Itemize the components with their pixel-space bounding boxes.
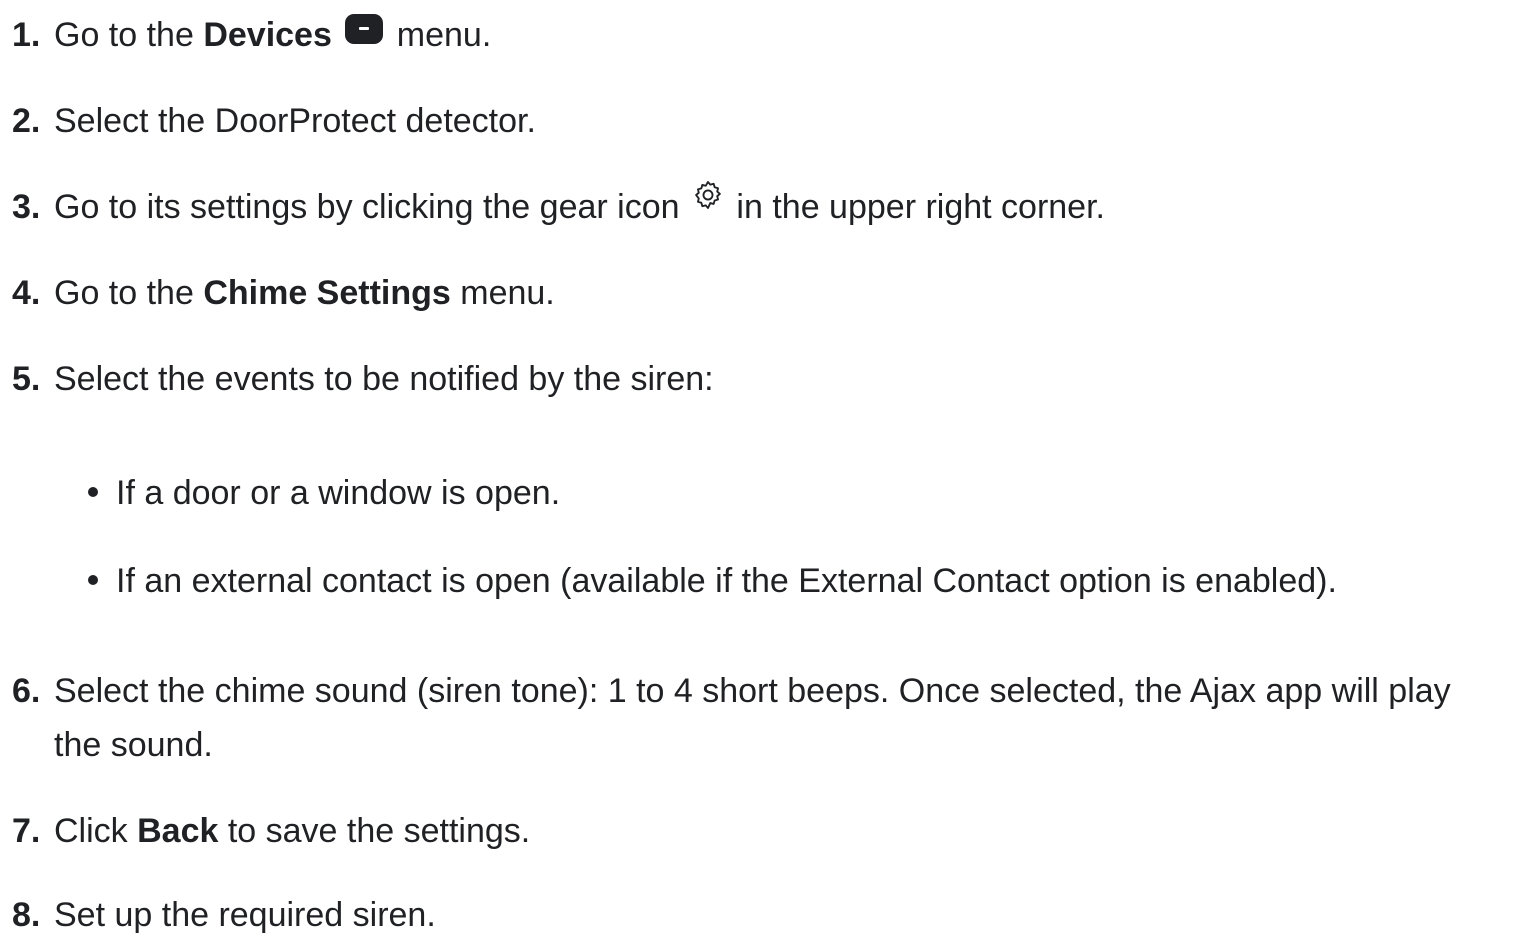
chime-settings-menu-label: Chime Settings xyxy=(203,274,451,312)
step-number: 5. xyxy=(12,360,41,398)
bullet-text: If an external contact is open (availabl… xyxy=(116,562,1337,600)
step-text: Select the DoorProtect detector. xyxy=(54,102,536,140)
step-2: 2. Select the DoorProtect detector. xyxy=(12,94,1522,148)
step-number: 7. xyxy=(12,812,41,850)
bullet-item: If a door or a window is open. xyxy=(88,466,560,520)
step-1: 1. Go to the Devices menu. xyxy=(12,8,1522,62)
step-text: Go to the xyxy=(54,274,204,312)
step-8: 8. Set up the required siren. xyxy=(12,888,1522,936)
step-number: 1. xyxy=(12,16,41,54)
step-text: Set up the required siren. xyxy=(54,896,436,934)
step-text: Select the events to be notified by the … xyxy=(54,360,714,398)
devices-icon xyxy=(345,14,384,44)
step-text-continued: the sound. xyxy=(54,726,213,764)
step-4: 4. Go to the Chime Settings menu. xyxy=(12,266,1522,320)
step-6: 6. Select the chime sound (siren tone): 1… xyxy=(12,664,1522,772)
step-text: Click xyxy=(54,812,138,850)
devices-menu-label: Devices xyxy=(203,16,332,54)
step-text: menu. xyxy=(387,16,492,54)
step-3: 3. Go to its settings by clicking the gea… xyxy=(12,180,1522,234)
step-number: 8. xyxy=(12,896,41,934)
step-text: menu. xyxy=(450,274,555,312)
bullet-item: If an external contact is open (availabl… xyxy=(88,554,1337,608)
bullet-dot xyxy=(88,575,98,586)
bullet-dot xyxy=(88,487,98,498)
back-button-label: Back xyxy=(137,812,219,850)
step-number: 3. xyxy=(12,188,41,226)
step-text: Go to the xyxy=(54,16,204,54)
step-5: 5. Select the events to be notified by th… xyxy=(12,352,1522,406)
step-text: to save the settings. xyxy=(218,812,531,850)
step-7: 7. Click Back to save the settings. xyxy=(12,804,1522,858)
step-number: 4. xyxy=(12,274,41,312)
step-number: 2. xyxy=(12,102,41,140)
step-text: in the upper right corner. xyxy=(726,188,1105,226)
bullet-text: If a door or a window is open. xyxy=(116,474,561,512)
step-text: Select the chime sound (siren tone): 1 t… xyxy=(54,672,1451,710)
step-text: Go to its settings by clicking the gear … xyxy=(54,188,689,226)
step-number: 6. xyxy=(12,672,41,710)
gear-icon xyxy=(695,181,721,209)
